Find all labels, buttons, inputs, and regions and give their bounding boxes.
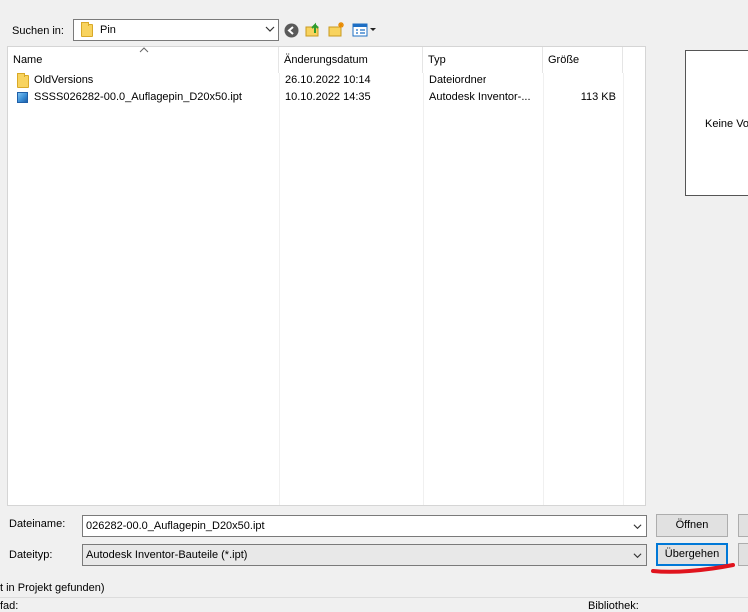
filename-value: 026282-00.0_Auflagepin_D20x50.ipt <box>86 520 265 532</box>
new-folder-icon[interactable] <box>328 21 346 38</box>
column-separator <box>279 73 280 505</box>
column-separator <box>423 73 424 505</box>
column-header-type[interactable]: Typ <box>423 47 543 73</box>
path-label: fad: <box>0 600 19 612</box>
lookin-value: Pin <box>100 24 116 36</box>
filename-field[interactable]: 026282-00.0_Auflagepin_D20x50.ipt <box>82 515 647 537</box>
back-icon[interactable] <box>284 23 299 38</box>
folder-icon <box>17 73 29 88</box>
preview-text: Keine Vor <box>705 118 748 130</box>
view-menu-icon[interactable] <box>352 22 378 38</box>
file-type: Autodesk Inventor-... <box>429 91 531 103</box>
inventor-part-icon <box>17 92 28 103</box>
file-list[interactable]: Name Änderungsdatum Typ Größe OldVersion… <box>7 46 646 506</box>
column-separator <box>543 73 544 505</box>
filetype-label: Dateityp: <box>9 549 53 561</box>
annotation-underline <box>651 563 735 574</box>
filetype-value: Autodesk Inventor-Bauteile (*.ipt) <box>86 549 248 561</box>
lookin-combo[interactable]: Pin <box>73 19 279 41</box>
lookin-label: Suchen in: <box>12 25 64 37</box>
filename-label: Dateiname: <box>9 518 66 530</box>
file-name: OldVersions <box>34 74 94 86</box>
folder-icon <box>81 22 93 37</box>
library-label: Bibliothek: <box>588 600 639 612</box>
preview-panel: Keine Vor <box>685 50 748 196</box>
column-header-date[interactable]: Änderungsdatum <box>279 47 423 73</box>
file-type: Dateiordner <box>429 74 487 86</box>
chevron-down-icon <box>265 26 275 32</box>
list-item[interactable]: OldVersions 26.10.2022 10:14 Dateiordner <box>8 73 623 90</box>
cancel-button[interactable] <box>738 514 748 537</box>
project-status: t in Projekt gefunden) <box>0 582 105 594</box>
list-item[interactable]: SSSS026282-00.0_Auflagepin_D20x50.ipt 10… <box>8 90 623 107</box>
open-button[interactable]: Öffnen <box>656 514 728 537</box>
file-size: 113 KB <box>580 91 616 103</box>
column-separator <box>623 73 624 505</box>
chevron-down-icon[interactable] <box>633 551 642 560</box>
sort-arrow-icon <box>139 47 149 53</box>
divider <box>0 597 748 598</box>
column-header-size[interactable]: Größe <box>543 47 623 73</box>
file-date: 10.10.2022 14:35 <box>285 91 371 103</box>
up-folder-icon[interactable] <box>305 21 322 38</box>
chevron-down-icon[interactable] <box>633 522 642 531</box>
filetype-select[interactable]: Autodesk Inventor-Bauteile (*.ipt) <box>82 544 647 566</box>
file-name: SSSS026282-00.0_Auflagepin_D20x50.ipt <box>34 91 242 103</box>
file-date: 26.10.2022 10:14 <box>285 74 371 86</box>
